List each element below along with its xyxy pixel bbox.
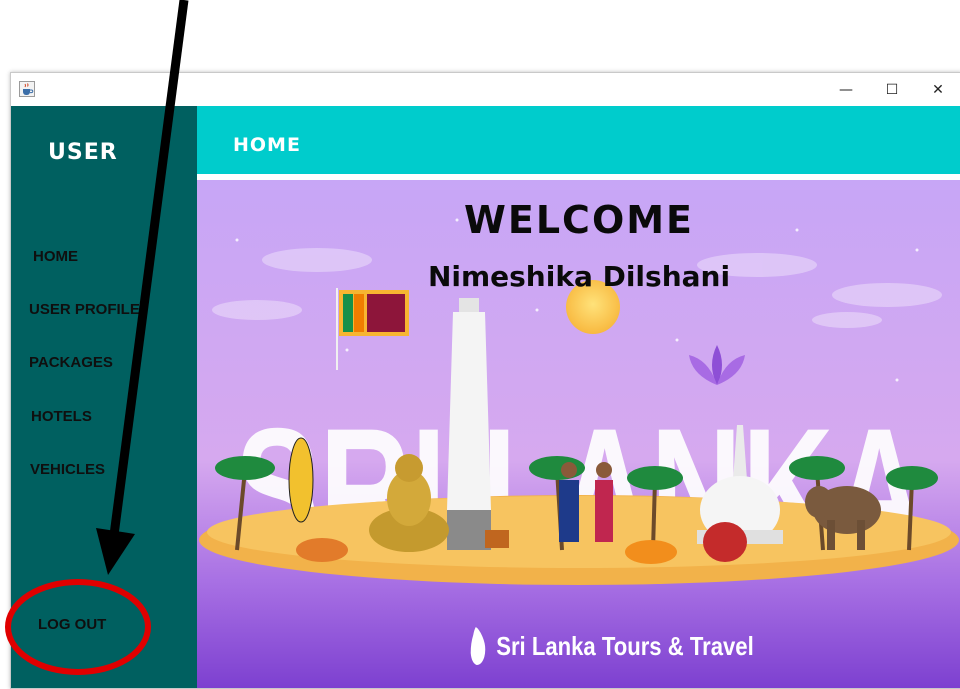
tours-brand-text: Sri Lanka Tours & Travel [496, 630, 754, 661]
welcome-heading: WELCOME [463, 198, 695, 242]
sri-lanka-map-icon [470, 627, 486, 665]
page-title: HOME [233, 134, 301, 156]
sri-lanka-illustration: SRI LANKA [197, 180, 960, 688]
sidebar-item-vehicles[interactable]: VEHICLES [30, 461, 105, 478]
user-name: Nimeshika Dilshani [427, 260, 731, 293]
close-button[interactable]: ✕ [915, 73, 960, 106]
title-bar: — ☐ ✕ [11, 73, 960, 106]
page-header: HOME [197, 106, 960, 174]
java-cup-icon [19, 81, 35, 97]
tours-brand-logo: Sri Lanka Tours & Travel [469, 626, 754, 666]
sidebar-title: USER [48, 140, 118, 165]
sidebar-item-packages[interactable]: PACKAGES [29, 354, 113, 371]
sidebar-item-home[interactable]: HOME [33, 248, 78, 265]
logout-button[interactable]: LOG OUT [38, 616, 106, 633]
app-window: — ☐ ✕ USER HOME USER PROFILE PACKAGES HO… [10, 72, 960, 689]
minimize-button[interactable]: — [823, 73, 869, 106]
welcome-banner: SRI LANKA WELCOME Nimeshika Dilshani Sri… [197, 180, 960, 688]
maximize-button[interactable]: ☐ [869, 73, 915, 106]
sidebar-item-hotels[interactable]: HOTELS [31, 408, 92, 425]
sidebar-item-user-profile[interactable]: USER PROFILE [29, 301, 140, 318]
sidebar: USER HOME USER PROFILE PACKAGES HOTELS V… [11, 106, 197, 688]
